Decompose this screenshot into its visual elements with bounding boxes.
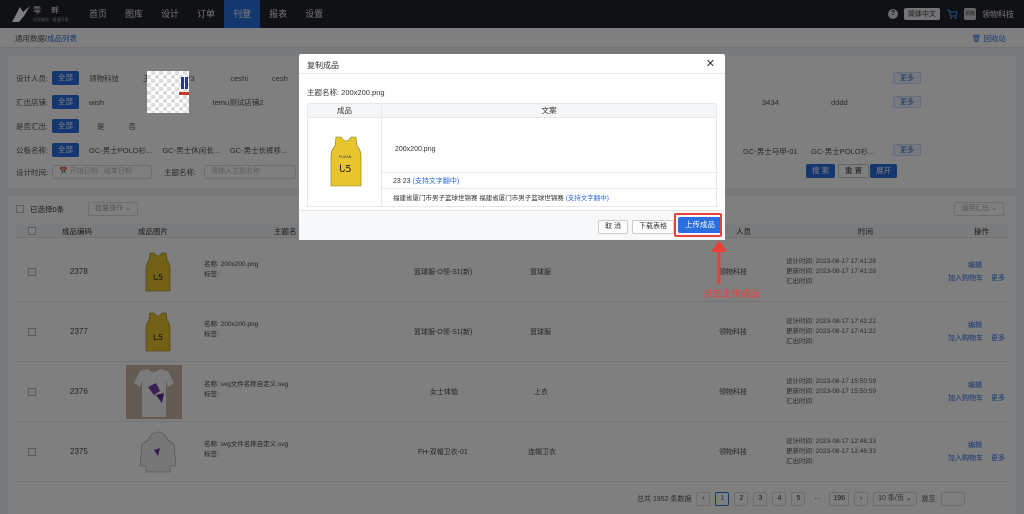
annotation-text: 点击上传成品 bbox=[703, 289, 761, 300]
support-translate-link[interactable]: (支持文字翻中) bbox=[412, 178, 459, 185]
copy-product-dialog: 复制成品 ✕ 主题名称: 200x200.png 成品 文案 FUJIAN ᒐ5… bbox=[299, 54, 725, 240]
download-table-button[interactable]: 下载表格 bbox=[632, 220, 674, 234]
dialog-header: 复制成品 ✕ bbox=[299, 54, 725, 74]
svg-text:ᒐ5: ᒐ5 bbox=[339, 164, 352, 175]
theme-name: 主题名称: 200x200.png bbox=[307, 88, 385, 97]
dialog-table: 成品 文案 FUJIAN ᒐ5 200x200.png 23 23 (支持文字翻… bbox=[307, 103, 718, 207]
close-icon[interactable]: ✕ bbox=[706, 57, 715, 70]
dialog-title: 复制成品 bbox=[307, 61, 339, 70]
support-translate-link[interactable]: (支持文字翻中) bbox=[566, 195, 609, 202]
cancel-button[interactable]: 取 消 bbox=[598, 220, 628, 234]
arrow-icon bbox=[711, 240, 727, 284]
design-thumbnail-art bbox=[179, 77, 189, 95]
highlight-box bbox=[674, 213, 722, 237]
dialog-footer: 取 消 下载表格 bbox=[299, 210, 725, 240]
svg-text:FUJIAN: FUJIAN bbox=[339, 155, 352, 159]
design-thumbnail bbox=[147, 71, 189, 113]
product-image: FUJIAN ᒐ5 bbox=[330, 136, 362, 187]
file-name: 200x200.png bbox=[395, 146, 436, 153]
